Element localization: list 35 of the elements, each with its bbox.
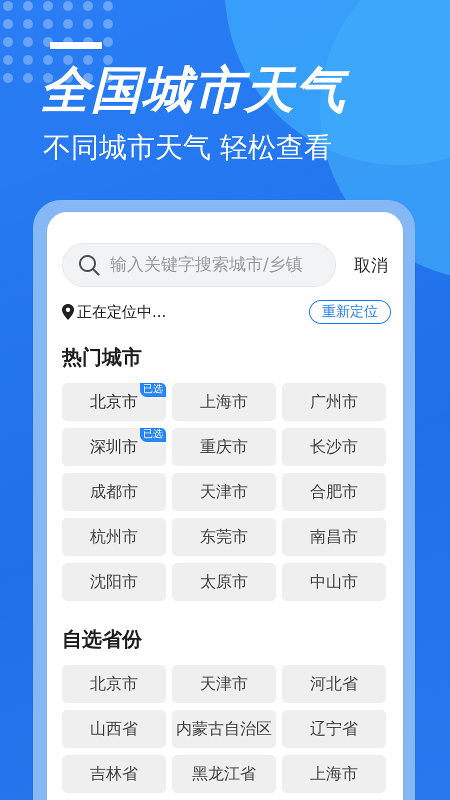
city-option[interactable]: 成都市	[62, 473, 166, 511]
city-option[interactable]: 河北省	[282, 665, 386, 703]
app-subtitle: 不同城市天气 轻松查看	[43, 130, 332, 166]
section-heading: 自选省份	[62, 626, 143, 653]
city-option[interactable]: 重庆市	[172, 428, 276, 466]
city-option[interactable]: 深圳市 已选	[62, 428, 166, 466]
city-option[interactable]: 中山市	[282, 563, 386, 601]
city-option[interactable]: 太原市	[172, 563, 276, 601]
title-underline	[50, 42, 102, 49]
city-option[interactable]: 上海市	[282, 755, 386, 793]
city-option[interactable]: 天津市	[172, 665, 276, 703]
city-option[interactable]: 东莞市	[172, 518, 276, 556]
city-option[interactable]: 山西省	[62, 710, 166, 748]
city-option[interactable]: 南昌市	[282, 518, 386, 556]
selected-badge: 已选	[140, 428, 166, 442]
city-option[interactable]: 北京市	[62, 665, 166, 703]
search-field[interactable]: 输入关键字搜索城市/乡镇	[62, 243, 336, 287]
city-option[interactable]: 北京市 已选	[62, 383, 166, 421]
city-option[interactable]: 长沙市	[282, 428, 386, 466]
location-status: 正在定位中...	[77, 302, 166, 322]
cancel-button[interactable]: 取消	[354, 254, 388, 276]
city-option[interactable]: 辽宁省	[282, 710, 386, 748]
city-option[interactable]: 合肥市	[282, 473, 386, 511]
city-option[interactable]: 沈阳市	[62, 563, 166, 601]
relocate-button[interactable]: 重新定位	[309, 300, 391, 324]
city-option[interactable]: 广州市	[282, 383, 386, 421]
city-option[interactable]: 天津市	[172, 473, 276, 511]
selected-badge: 已选	[140, 383, 166, 397]
city-option[interactable]: 内蒙古自治区	[172, 710, 276, 748]
section-heading: 热门城市	[62, 344, 143, 371]
location-pin-icon	[62, 304, 74, 320]
city-option[interactable]: 上海市	[172, 383, 276, 421]
city-option[interactable]: 吉林省	[62, 755, 166, 793]
city-option[interactable]: 杭州市	[62, 518, 166, 556]
city-option[interactable]: 黑龙江省	[172, 755, 276, 793]
